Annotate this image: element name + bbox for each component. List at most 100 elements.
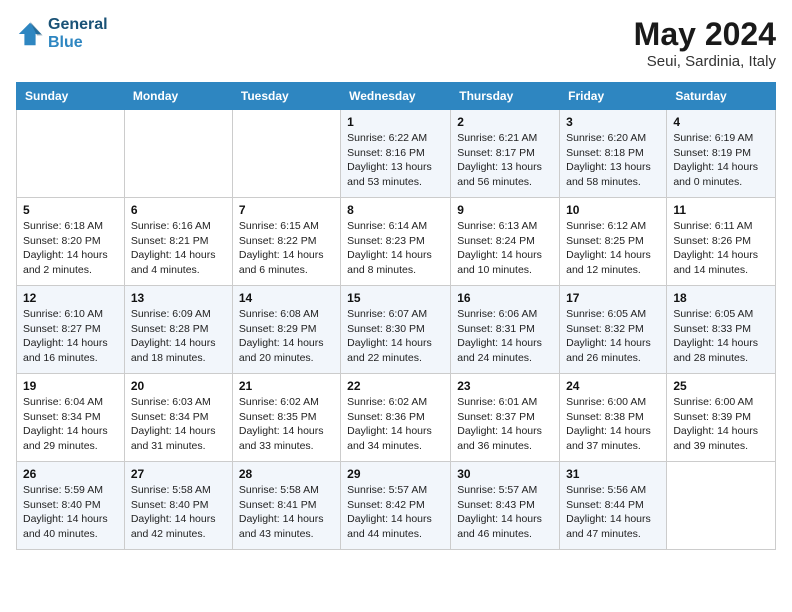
calendar-cell: 14 Sunrise: 6:08 AMSunset: 8:29 PMDayligh… [232,286,340,374]
day-info: Sunrise: 6:03 AMSunset: 8:34 PMDaylight:… [131,395,226,454]
calendar-cell: 11Sunrise: 6:11 AMSunset: 8:26 PMDayligh… [667,198,776,286]
day-number: 1 [347,115,444,129]
day-info: Sunrise: 6:05 AMSunset: 8:33 PMDaylight:… [673,307,769,366]
day-info: Sunrise: 6:04 AMSunset: 8:34 PMDaylight:… [23,395,118,454]
day-number: 10 [566,203,660,217]
day-number: 15 [347,291,444,305]
day-info: Sunrise: 6:12 AMSunset: 8:25 PMDaylight:… [566,219,660,278]
day-info: Sunrise: 5:58 AMSunset: 8:41 PMDaylight:… [239,483,334,542]
day-number: 24 [566,379,660,393]
day-number: 2 [457,115,553,129]
day-number: 19 [23,379,118,393]
calendar-cell: 10 Sunrise: 6:12 AMSunset: 8:25 PMDayligh… [560,198,667,286]
day-number: 8 [347,203,444,217]
calendar-body: 1Sunrise: 6:22 AMSunset: 8:16 PMDaylight… [17,110,776,550]
day-info: Sunrise: 6:15 AMSunset: 8:22 PMDaylight:… [239,219,334,278]
calendar-cell: 29 Sunrise: 5:57 AMSunset: 8:42 PMDayligh… [341,462,451,550]
calendar-cell [124,110,232,198]
day-header-tuesday: Tuesday [232,83,340,110]
day-info: Sunrise: 5:57 AMSunset: 8:42 PMDaylight:… [347,483,444,542]
day-number: 7 [239,203,334,217]
day-number: 27 [131,467,226,481]
day-number: 14 [239,291,334,305]
day-info: Sunrise: 6:02 AMSunset: 8:35 PMDaylight:… [239,395,334,454]
day-header-thursday: Thursday [451,83,560,110]
day-info: Sunrise: 6:07 AMSunset: 8:30 PMDaylight:… [347,307,444,366]
day-info: Sunrise: 6:08 AMSunset: 8:29 PMDaylight:… [239,307,334,366]
calendar-cell: 23 Sunrise: 6:01 AMSunset: 8:37 PMDayligh… [451,374,560,462]
calendar-header: SundayMondayTuesdayWednesdayThursdayFrid… [17,83,776,110]
day-info: Sunrise: 6:01 AMSunset: 8:37 PMDaylight:… [457,395,553,454]
day-info: Sunrise: 5:59 AMSunset: 8:40 PMDaylight:… [23,483,118,542]
calendar-week-row: 26 Sunrise: 5:59 AMSunset: 8:40 PMDayligh… [17,462,776,550]
calendar-cell [232,110,340,198]
day-number: 3 [566,115,660,129]
day-number: 20 [131,379,226,393]
day-info: Sunrise: 6:20 AMSunset: 8:18 PMDaylight:… [566,131,660,190]
day-info: Sunrise: 6:14 AMSunset: 8:23 PMDaylight:… [347,219,444,278]
day-info: Sunrise: 6:00 AMSunset: 8:39 PMDaylight:… [673,395,769,454]
day-info: Sunrise: 6:02 AMSunset: 8:36 PMDaylight:… [347,395,444,454]
day-info: Sunrise: 6:10 AMSunset: 8:27 PMDaylight:… [23,307,118,366]
day-info: Sunrise: 6:18 AMSunset: 8:20 PMDaylight:… [23,219,118,278]
calendar-cell: 21 Sunrise: 6:02 AMSunset: 8:35 PMDayligh… [232,374,340,462]
calendar-cell: 24 Sunrise: 6:00 AMSunset: 8:38 PMDayligh… [560,374,667,462]
day-number: 26 [23,467,118,481]
day-number: 12 [23,291,118,305]
day-info: Sunrise: 6:13 AMSunset: 8:24 PMDaylight:… [457,219,553,278]
calendar-cell: 22Sunrise: 6:02 AMSunset: 8:36 PMDayligh… [341,374,451,462]
day-number: 31 [566,467,660,481]
calendar-week-row: 1Sunrise: 6:22 AMSunset: 8:16 PMDaylight… [17,110,776,198]
day-number: 6 [131,203,226,217]
logo-icon [16,20,44,48]
day-info: Sunrise: 6:05 AMSunset: 8:32 PMDaylight:… [566,307,660,366]
calendar-cell: 19 Sunrise: 6:04 AMSunset: 8:34 PMDayligh… [17,374,125,462]
day-number: 29 [347,467,444,481]
day-number: 23 [457,379,553,393]
day-number: 28 [239,467,334,481]
calendar-cell: 2Sunrise: 6:21 AMSunset: 8:17 PMDaylight… [451,110,560,198]
day-number: 18 [673,291,769,305]
location: Seui, Sardinia, Italy [634,53,776,70]
day-info: Sunrise: 6:09 AMSunset: 8:28 PMDaylight:… [131,307,226,366]
calendar-cell: 25Sunrise: 6:00 AMSunset: 8:39 PMDayligh… [667,374,776,462]
page-header: General Blue May 2024 Seui, Sardinia, It… [16,16,776,70]
day-header-saturday: Saturday [667,83,776,110]
day-number: 13 [131,291,226,305]
day-info: Sunrise: 6:11 AMSunset: 8:26 PMDaylight:… [673,219,769,278]
calendar-cell: 16Sunrise: 6:06 AMSunset: 8:31 PMDayligh… [451,286,560,374]
calendar-week-row: 19 Sunrise: 6:04 AMSunset: 8:34 PMDayligh… [17,374,776,462]
calendar-cell: 18 Sunrise: 6:05 AMSunset: 8:33 PMDayligh… [667,286,776,374]
calendar-cell: 6 Sunrise: 6:16 AMSunset: 8:21 PMDaylight… [124,198,232,286]
calendar-cell: 3 Sunrise: 6:20 AMSunset: 8:18 PMDaylight… [560,110,667,198]
calendar-cell: 1Sunrise: 6:22 AMSunset: 8:16 PMDaylight… [341,110,451,198]
day-header-wednesday: Wednesday [341,83,451,110]
calendar-cell [17,110,125,198]
day-info: Sunrise: 5:58 AMSunset: 8:40 PMDaylight:… [131,483,226,542]
month-year: May 2024 [634,16,776,53]
calendar-cell: 27 Sunrise: 5:58 AMSunset: 8:40 PMDayligh… [124,462,232,550]
day-info: Sunrise: 5:56 AMSunset: 8:44 PMDaylight:… [566,483,660,542]
day-number: 4 [673,115,769,129]
logo-text: General Blue [48,16,108,51]
day-number: 21 [239,379,334,393]
day-info: Sunrise: 6:06 AMSunset: 8:31 PMDaylight:… [457,307,553,366]
calendar-table: SundayMondayTuesdayWednesdayThursdayFrid… [16,82,776,550]
calendar-cell: 8 Sunrise: 6:14 AMSunset: 8:23 PMDaylight… [341,198,451,286]
day-number: 5 [23,203,118,217]
day-header-friday: Friday [560,83,667,110]
day-info: Sunrise: 5:57 AMSunset: 8:43 PMDaylight:… [457,483,553,542]
day-number: 17 [566,291,660,305]
day-info: Sunrise: 6:00 AMSunset: 8:38 PMDaylight:… [566,395,660,454]
calendar-week-row: 5 Sunrise: 6:18 AMSunset: 8:20 PMDaylight… [17,198,776,286]
calendar-week-row: 12 Sunrise: 6:10 AMSunset: 8:27 PMDayligh… [17,286,776,374]
calendar-cell: 28 Sunrise: 5:58 AMSunset: 8:41 PMDayligh… [232,462,340,550]
calendar-cell: 31 Sunrise: 5:56 AMSunset: 8:44 PMDayligh… [560,462,667,550]
calendar-cell: 9Sunrise: 6:13 AMSunset: 8:24 PMDaylight… [451,198,560,286]
logo: General Blue [16,16,108,51]
calendar-cell: 20 Sunrise: 6:03 AMSunset: 8:34 PMDayligh… [124,374,232,462]
day-info: Sunrise: 6:16 AMSunset: 8:21 PMDaylight:… [131,219,226,278]
calendar-cell: 4Sunrise: 6:19 AMSunset: 8:19 PMDaylight… [667,110,776,198]
calendar-cell: 15 Sunrise: 6:07 AMSunset: 8:30 PMDayligh… [341,286,451,374]
calendar-cell: 17 Sunrise: 6:05 AMSunset: 8:32 PMDayligh… [560,286,667,374]
